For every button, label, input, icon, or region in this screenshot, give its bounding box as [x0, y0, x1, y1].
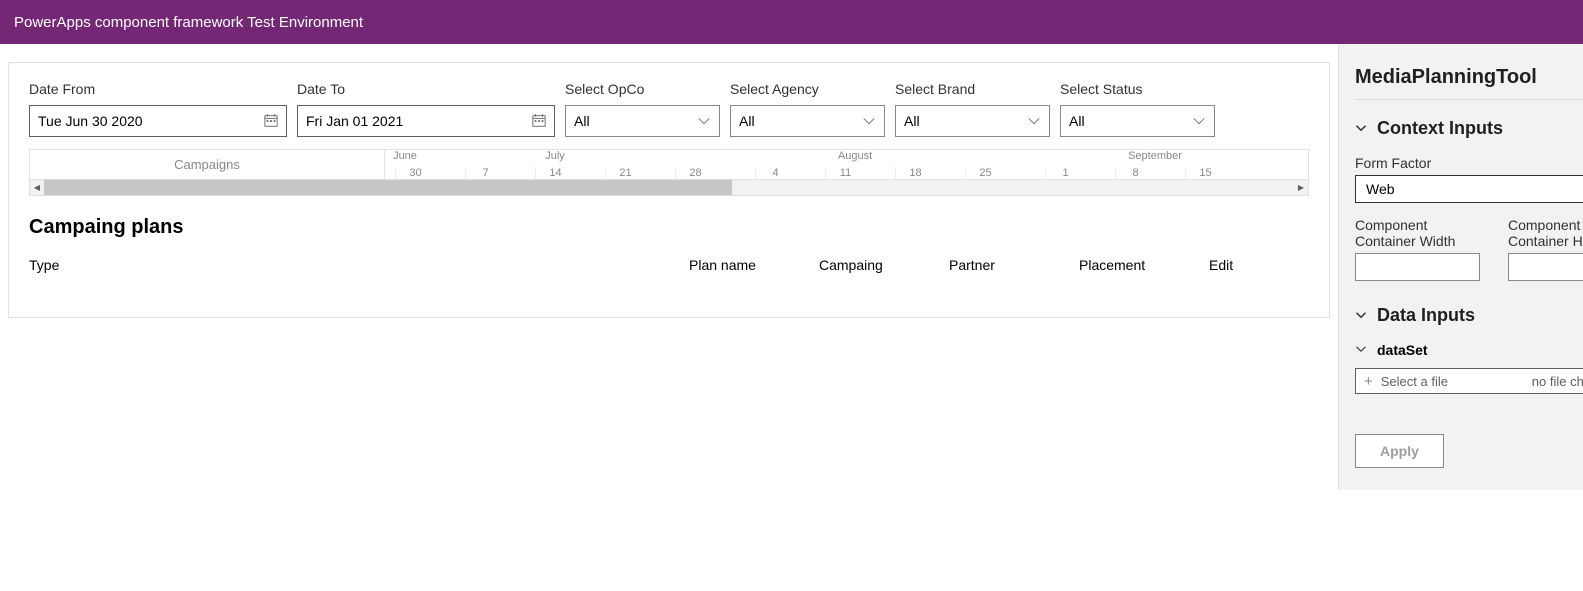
select-form-factor[interactable]: Web — [1355, 175, 1583, 203]
apply-button[interactable]: Apply — [1355, 434, 1444, 468]
chevron-down-icon — [862, 114, 876, 128]
filter-date-from: Date From Tue Jun 30 2020 — [29, 81, 287, 137]
container-width-group: Component Container Width — [1355, 217, 1480, 281]
label-container-width: Component Container Width — [1355, 217, 1480, 249]
file-picker[interactable]: + Select a file no file chosen — [1355, 368, 1583, 394]
input-container-width[interactable] — [1355, 253, 1480, 281]
timeline-day: 4 — [755, 167, 795, 179]
file-picker-placeholder: Select a file — [1381, 374, 1448, 389]
timeline-left-label: Campaigns — [30, 150, 385, 179]
component-canvas: Date From Tue Jun 30 2020 Date To Fri Ja… — [8, 62, 1330, 318]
sidebar-title: MediaPlanningTool — [1355, 66, 1583, 89]
chevron-down-icon — [1355, 118, 1367, 139]
divider — [1355, 99, 1583, 100]
subsection-dataset[interactable]: dataSet — [1355, 342, 1583, 358]
select-agency[interactable]: All — [730, 105, 885, 137]
plus-icon: + — [1364, 374, 1373, 389]
section-context-inputs[interactable]: Context Inputs — [1355, 118, 1583, 139]
label-form-factor: Form Factor — [1355, 155, 1583, 171]
timeline-month: June — [355, 150, 455, 165]
label-date-from: Date From — [29, 81, 287, 97]
timeline-day: 25 — [965, 167, 1005, 179]
value-date-to: Fri Jan 01 2021 — [306, 113, 403, 129]
timeline-day: 1 — [1045, 167, 1085, 179]
value-status: All — [1069, 113, 1085, 129]
app-body: Date From Tue Jun 30 2020 Date To Fri Ja… — [0, 44, 1583, 490]
calendar-icon — [532, 114, 546, 128]
filter-status: Select Status All — [1060, 81, 1215, 137]
app-title: PowerApps component framework Test Envir… — [14, 14, 363, 31]
value-agency: All — [739, 113, 755, 129]
dataset-label: dataSet — [1377, 342, 1428, 358]
data-inputs-label: Data Inputs — [1377, 305, 1475, 326]
context-inputs-label: Context Inputs — [1377, 118, 1503, 139]
label-container-height: Component Container Height — [1508, 217, 1583, 249]
filter-opco: Select OpCo All — [565, 81, 720, 137]
chevron-down-icon — [1355, 342, 1367, 358]
select-status[interactable]: All — [1060, 105, 1215, 137]
filter-brand: Select Brand All — [895, 81, 1050, 137]
col-placement: Placement — [1079, 257, 1209, 273]
col-type: Type — [29, 257, 689, 273]
value-opco: All — [574, 113, 590, 129]
filter-date-to: Date To Fri Jan 01 2021 — [297, 81, 555, 137]
input-container-height[interactable] — [1508, 253, 1583, 281]
scroll-left-icon[interactable]: ◀ — [30, 183, 44, 192]
timeline-day: 30 — [395, 167, 435, 179]
file-picker-left: + Select a file — [1364, 374, 1448, 389]
scroll-right-icon[interactable]: ▶ — [1294, 183, 1308, 192]
col-partner: Partner — [949, 257, 1079, 273]
file-picker-status: no file chosen — [1532, 374, 1583, 389]
label-agency: Select Agency — [730, 81, 885, 97]
timeline-header: Campaigns June July August September 30 … — [30, 150, 1308, 180]
section-title: Campaing plans — [29, 216, 1309, 239]
timeline-scrollbar[interactable]: ◀ ▶ — [30, 180, 1308, 195]
label-brand: Select Brand — [895, 81, 1050, 97]
label-date-to: Date To — [297, 81, 555, 97]
col-campaign: Campaing — [819, 257, 949, 273]
timeline-month: July — [505, 150, 605, 165]
scroll-thumb[interactable] — [44, 180, 732, 195]
timeline-month: August — [805, 150, 905, 165]
top-bar: PowerApps component framework Test Envir… — [0, 0, 1583, 44]
filter-row: Date From Tue Jun 30 2020 Date To Fri Ja… — [29, 81, 1309, 137]
sidebar: MediaPlanningTool Context Inputs Form Fa… — [1338, 44, 1583, 490]
timeline-day: 15 — [1185, 167, 1225, 179]
timeline-day: 14 — [535, 167, 575, 179]
timeline-day: 21 — [605, 167, 645, 179]
timeline: Campaigns June July August September 30 … — [29, 149, 1309, 196]
label-status: Select Status — [1060, 81, 1215, 97]
timeline-day: 7 — [465, 167, 505, 179]
filter-agency: Select Agency All — [730, 81, 885, 137]
timeline-day: 11 — [825, 167, 865, 179]
chevron-down-icon — [1027, 114, 1041, 128]
chevron-down-icon — [697, 114, 711, 128]
input-date-from[interactable]: Tue Jun 30 2020 — [29, 105, 287, 137]
label-opco: Select OpCo — [565, 81, 720, 97]
scroll-track[interactable] — [44, 180, 1294, 195]
input-date-to[interactable]: Fri Jan 01 2021 — [297, 105, 555, 137]
container-height-group: Component Container Height — [1508, 217, 1583, 281]
container-size-row: Component Container Width Component Cont… — [1355, 217, 1583, 281]
col-plan-name: Plan name — [689, 257, 819, 273]
plans-table-header: Type Plan name Campaing Partner Placemen… — [29, 257, 1309, 299]
timeline-day: 18 — [895, 167, 935, 179]
select-brand[interactable]: All — [895, 105, 1050, 137]
canvas-wrap: Date From Tue Jun 30 2020 Date To Fri Ja… — [0, 44, 1338, 490]
chevron-down-icon — [1355, 305, 1367, 326]
section-data-inputs[interactable]: Data Inputs — [1355, 305, 1583, 326]
value-date-from: Tue Jun 30 2020 — [38, 113, 143, 129]
col-edit: Edit — [1209, 257, 1309, 273]
timeline-axis: June July August September 30 7 14 21 28… — [385, 150, 1308, 179]
select-opco[interactable]: All — [565, 105, 720, 137]
timeline-day: 28 — [675, 167, 715, 179]
value-brand: All — [904, 113, 920, 129]
calendar-icon — [264, 114, 278, 128]
timeline-month: September — [1105, 150, 1205, 165]
timeline-day: 8 — [1115, 167, 1155, 179]
chevron-down-icon — [1192, 114, 1206, 128]
